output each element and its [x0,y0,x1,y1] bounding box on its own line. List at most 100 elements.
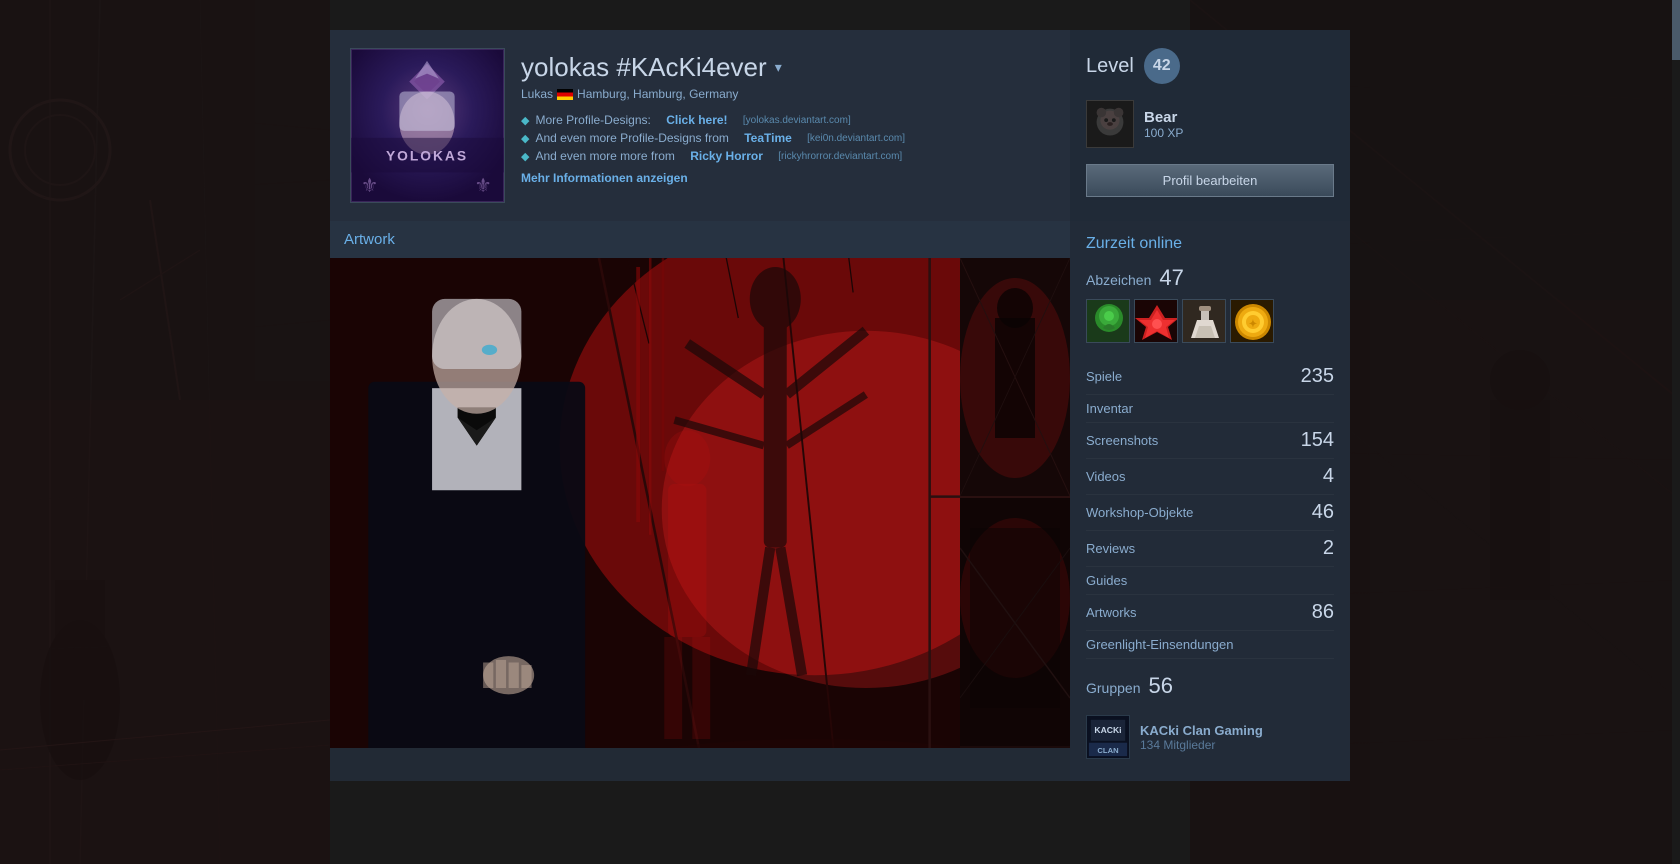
badge-2[interactable] [1134,299,1178,343]
username-dropdown[interactable]: ▾ [775,59,782,76]
greenlight-label: Greenlight-Einsendungen [1086,637,1233,652]
stat-greenlight[interactable]: Greenlight-Einsendungen [1086,631,1334,659]
artwork-images [330,258,1070,748]
spiele-value: 235 [1301,365,1334,388]
lower-row: Artwork [330,221,1350,781]
group-members-1: 134 Mitglieder [1140,738,1263,752]
level-badge: 42 [1144,48,1180,84]
online-section: Zurzeit online Abzeichen 47 [1070,221,1350,781]
group-info-1: KACki Clan Gaming 134 Mitglieder [1140,723,1263,752]
profile-link-3: ◆ And even more more from Ricky Horror [… [521,149,1050,163]
right-stats-column: Zurzeit online Abzeichen 47 [1070,221,1350,781]
groups-section: Gruppen 56 CLAN KACK [1086,673,1334,767]
inventar-label: Inventar [1086,401,1133,416]
stat-spiele[interactable]: Spiele 235 [1086,359,1334,395]
small-artworks [960,258,1070,748]
group-avatar-1: CLAN KACKi [1086,715,1130,759]
reviews-label: Reviews [1086,541,1135,556]
username: yolokas #KAcKi4ever [521,52,767,83]
workshop-label: Workshop-Objekte [1086,505,1193,520]
real-name: Lukas [521,87,553,101]
scrollbar-thumb[interactable] [1672,0,1680,60]
badges-count: 47 [1159,265,1183,291]
location-text: Hamburg, Hamburg, Germany [577,87,738,101]
svg-text:KACKi: KACKi [1094,725,1121,735]
level-header: Level 42 [1086,48,1334,84]
badges-section: Abzeichen 47 [1086,265,1334,343]
svg-text:⚜: ⚜ [361,175,379,197]
stat-screenshots[interactable]: Screenshots 154 [1086,423,1334,459]
profile-link-2: ◆ And even more Profile-Designs from Tea… [521,131,1050,145]
level-value: 42 [1153,57,1171,75]
link3-prefix: And even more more from [535,149,674,163]
online-title: Zurzeit online [1086,235,1334,253]
groups-count: 56 [1148,673,1172,699]
level-panel: Level 42 [1070,30,1350,221]
profile-location: Lukas Hamburg, Hamburg, Germany [521,87,1050,101]
badges-label-row: Abzeichen 47 [1086,265,1334,291]
badge-4[interactable]: ✦ [1230,299,1274,343]
scrollbar[interactable] [1672,0,1680,864]
stat-artworks[interactable]: Artworks 86 [1086,595,1334,631]
spiele-label: Spiele [1086,369,1122,384]
screenshots-label: Screenshots [1086,433,1158,448]
artwork-panel: Artwork [330,221,1070,781]
link1-prefix: More Profile-Designs: [535,113,650,127]
stat-inventar[interactable]: Inventar [1086,395,1334,423]
bear-name: Bear [1144,109,1183,126]
link3-url: [rickyhrorror.deviantart.com] [778,151,902,162]
bear-icon [1086,100,1134,148]
profile-links: ◆ More Profile-Designs: Click here! [yol… [521,113,1050,163]
badges-label: Abzeichen [1086,272,1151,288]
page-wrapper: YOLOKAS ⚜ ⚜ yolokas #KAcKi4ever ▾ Lukas … [330,0,1350,781]
bear-xp: 100 XP [1144,126,1183,140]
avatar-image: YOLOKAS ⚜ ⚜ [351,49,504,202]
bear-info: Bear 100 XP [1144,109,1183,140]
small-artwork-1 [960,258,1070,498]
groups-label: Gruppen [1086,680,1140,696]
groups-label-row: Gruppen 56 [1086,673,1334,699]
link2-url: [kei0n.deviantart.com] [807,133,905,144]
badge-3[interactable] [1182,299,1226,343]
svg-text:YOLOKAS: YOLOKAS [386,148,468,164]
diamond-icon-2: ◆ [521,132,529,145]
svg-text:⚜: ⚜ [474,175,492,197]
stats-list: Spiele 235 Inventar Screenshots 154 Vide… [1086,359,1334,659]
link2-prefix: And even more Profile-Designs from [535,131,728,145]
mehr-info-link[interactable]: Mehr Informationen anzeigen [521,171,1050,185]
flag-icon [557,89,573,100]
profile-name-row: yolokas #KAcKi4ever ▾ [521,52,1050,83]
artworks-label: Artworks [1086,605,1137,620]
artworks-value: 86 [1312,601,1334,624]
videos-value: 4 [1323,465,1334,488]
badge-1[interactable] [1086,299,1130,343]
avatar: YOLOKAS ⚜ ⚜ [350,48,505,203]
stat-reviews[interactable]: Reviews 2 [1086,531,1334,567]
badges-row: ✦ [1086,299,1334,343]
bear-section: Bear 100 XP [1086,100,1334,148]
videos-label: Videos [1086,469,1126,484]
svg-text:CLAN: CLAN [1097,746,1118,755]
link1-url: [yolokas.deviantart.com] [743,115,851,126]
workshop-value: 46 [1312,501,1334,524]
artwork-header: Artwork [330,221,1070,258]
profile-main: YOLOKAS ⚜ ⚜ yolokas #KAcKi4ever ▾ Lukas … [330,30,1070,221]
stat-guides[interactable]: Guides [1086,567,1334,595]
diamond-icon-3: ◆ [521,150,529,163]
link3-name[interactable]: Ricky Horror [690,149,763,163]
profile-info: yolokas #KAcKi4ever ▾ Lukas Hamburg, Ham… [521,48,1050,203]
background-left [0,0,330,864]
link1-text[interactable]: Click here! [666,113,727,127]
profile-link-1: ◆ More Profile-Designs: Click here! [yol… [521,113,1050,127]
group-item-1[interactable]: CLAN KACKi KACki Clan Gaming 134 Mitglie… [1086,707,1334,767]
stat-workshop[interactable]: Workshop-Objekte 46 [1086,495,1334,531]
small-artwork-2 [960,498,1070,746]
reviews-value: 2 [1323,537,1334,560]
group-name-1: KACki Clan Gaming [1140,723,1263,738]
level-label: Level [1086,55,1134,78]
link2-name[interactable]: TeaTime [744,131,792,145]
edit-profile-button[interactable]: Profil bearbeiten [1086,164,1334,197]
diamond-icon-1: ◆ [521,114,529,127]
stat-videos[interactable]: Videos 4 [1086,459,1334,495]
artwork-title: Artwork [344,231,395,248]
